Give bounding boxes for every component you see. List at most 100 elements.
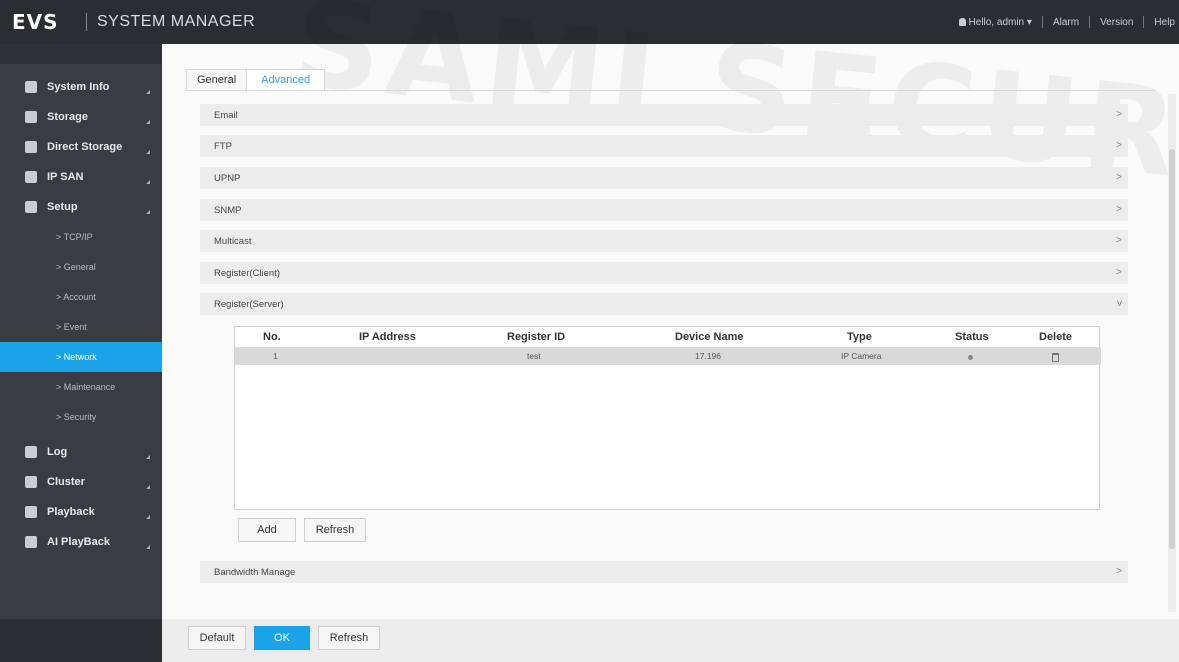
section-label: FTP xyxy=(214,140,232,152)
sidebar-item-system-info[interactable]: System Info xyxy=(0,72,162,102)
top-bar: EVS SYSTEM MANAGER Hello, admin ▾ Alarm … xyxy=(0,0,1179,44)
col-type: Type xyxy=(847,331,872,343)
sidebar-subitem-event[interactable]: > Event xyxy=(0,312,162,342)
info-icon xyxy=(25,81,37,93)
sidebar-item-ai-playback[interactable]: AI PlayBack xyxy=(0,527,162,557)
sidebar-item-setup[interactable]: Setup xyxy=(0,192,162,222)
expand-arrow-icon xyxy=(146,120,150,124)
section-snmp[interactable]: SNMP > xyxy=(200,199,1128,221)
header-divider xyxy=(1041,16,1043,28)
tab-advanced[interactable]: Advanced xyxy=(247,69,326,91)
section-ftp[interactable]: FTP > xyxy=(200,135,1128,157)
version-link[interactable]: Version xyxy=(1100,17,1133,28)
sidebar-item-ip-san[interactable]: IP SAN xyxy=(0,162,162,192)
cell-register-id: test xyxy=(527,351,541,361)
chevron-right-icon: > xyxy=(1116,267,1122,278)
header-divider xyxy=(1089,16,1091,28)
table-row[interactable]: 1 test 17.196 IP Camera xyxy=(235,347,1101,365)
sidebar-item-label: System Info xyxy=(47,81,110,93)
col-device-name: Device Name xyxy=(675,331,744,343)
ai-playback-icon xyxy=(25,536,37,548)
sidebar-subitem-maintenance[interactable]: > Maintenance xyxy=(0,372,162,402)
col-register-id: Register ID xyxy=(507,331,566,343)
user-menu[interactable]: Hello, admin ▾ xyxy=(958,16,1032,28)
tab-underline xyxy=(186,90,1156,91)
sidebar-item-label: Cluster xyxy=(47,476,85,488)
section-register-client[interactable]: Register(Client) > xyxy=(200,262,1128,284)
chevron-right-icon: > xyxy=(1116,140,1122,151)
section-label: UPNP xyxy=(214,172,241,184)
scrollbar-thumb[interactable] xyxy=(1169,149,1175,549)
chevron-right-icon: > xyxy=(1116,204,1122,215)
expand-arrow-icon xyxy=(146,90,150,94)
sidebar: System Info Storage Direct Storage IP SA… xyxy=(0,44,162,662)
footer-bar: Default OK Refresh xyxy=(162,619,1179,662)
section-register-server[interactable]: Register(Server) v xyxy=(200,293,1128,315)
section-label: SNMP xyxy=(214,204,242,216)
col-ip-address: IP Address xyxy=(359,331,416,343)
playback-icon xyxy=(25,506,37,518)
sidebar-subitem-account[interactable]: > Account xyxy=(0,282,162,312)
sidebar-item-label: Setup xyxy=(47,201,78,213)
section-email[interactable]: Email > xyxy=(200,104,1128,126)
scrollbar[interactable] xyxy=(1168,94,1176,612)
user-greeting: Hello, admin xyxy=(968,16,1025,28)
section-label: Email xyxy=(214,109,238,121)
chevron-right-icon: > xyxy=(1116,566,1122,577)
main-panel: SAMI SECURITY General Advanced Email> FT… xyxy=(162,0,1179,662)
sidebar-item-log[interactable]: Log xyxy=(0,437,162,467)
cluster-icon xyxy=(25,476,37,488)
logo: EVS xyxy=(12,10,59,34)
help-link[interactable]: Help xyxy=(1154,17,1175,28)
sidebar-nav: System Info Storage Direct Storage IP SA… xyxy=(0,64,162,619)
expand-arrow-icon xyxy=(146,455,150,459)
sidebar-bottom xyxy=(0,619,162,662)
sidebar-item-cluster[interactable]: Cluster xyxy=(0,467,162,497)
col-status: Status xyxy=(955,331,989,343)
section-upnp[interactable]: UPNP > xyxy=(200,167,1128,189)
default-button[interactable]: Default xyxy=(188,626,246,650)
sidebar-item-label: Direct Storage xyxy=(47,141,123,153)
ok-button[interactable]: OK xyxy=(254,626,310,650)
col-no: No. xyxy=(263,331,281,343)
sidebar-item-label: Log xyxy=(47,446,68,458)
alarm-link[interactable]: Alarm xyxy=(1053,17,1079,28)
sidebar-item-label: Playback xyxy=(47,506,95,518)
section-bandwidth-manage[interactable]: Bandwidth Manage > xyxy=(200,561,1128,583)
gear-icon xyxy=(25,201,37,213)
chevron-right-icon: > xyxy=(1116,172,1122,183)
table-refresh-button[interactable]: Refresh xyxy=(304,518,366,542)
footer-refresh-button[interactable]: Refresh xyxy=(318,626,380,650)
section-label: Register(Server) xyxy=(214,298,284,310)
header-links: Hello, admin ▾ Alarm Version Help xyxy=(958,16,1179,28)
sidebar-item-label: AI PlayBack xyxy=(47,536,110,548)
chevron-down-icon: v xyxy=(1117,298,1122,309)
register-server-table: No. IP Address Register ID Device Name T… xyxy=(234,326,1101,510)
chevron-right-icon: > xyxy=(1116,235,1122,246)
sidebar-item-label: Storage xyxy=(47,111,88,123)
expand-arrow-icon xyxy=(146,210,150,214)
add-button[interactable]: Add xyxy=(238,518,296,542)
expand-arrow-icon xyxy=(146,485,150,489)
sidebar-item-direct-storage[interactable]: Direct Storage xyxy=(0,132,162,162)
storage-icon xyxy=(25,111,37,123)
section-multicast[interactable]: Multicast > xyxy=(200,230,1128,252)
expand-arrow-icon xyxy=(146,515,150,519)
expand-arrow-icon xyxy=(146,150,150,154)
sidebar-item-storage[interactable]: Storage xyxy=(0,102,162,132)
section-label: Bandwidth Manage xyxy=(214,566,296,578)
header-divider xyxy=(1143,16,1145,28)
sidebar-subitem-general[interactable]: > General xyxy=(0,252,162,282)
expand-arrow-icon xyxy=(146,545,150,549)
sidebar-subitem-network[interactable]: > Network xyxy=(0,342,162,372)
sidebar-subitem-security[interactable]: > Security xyxy=(0,402,162,432)
expand-arrow-icon xyxy=(146,180,150,184)
sidebar-top-strip xyxy=(0,44,162,64)
sidebar-item-playback[interactable]: Playback xyxy=(0,497,162,527)
sidebar-subitem-tcpip[interactable]: > TCP/IP xyxy=(0,222,162,252)
table-header: No. IP Address Register ID Device Name T… xyxy=(235,327,1101,347)
section-label: Register(Client) xyxy=(214,267,280,279)
cell-type: IP Camera xyxy=(841,351,882,361)
tab-general[interactable]: General xyxy=(186,69,248,91)
chevron-right-icon: > xyxy=(1116,109,1122,120)
